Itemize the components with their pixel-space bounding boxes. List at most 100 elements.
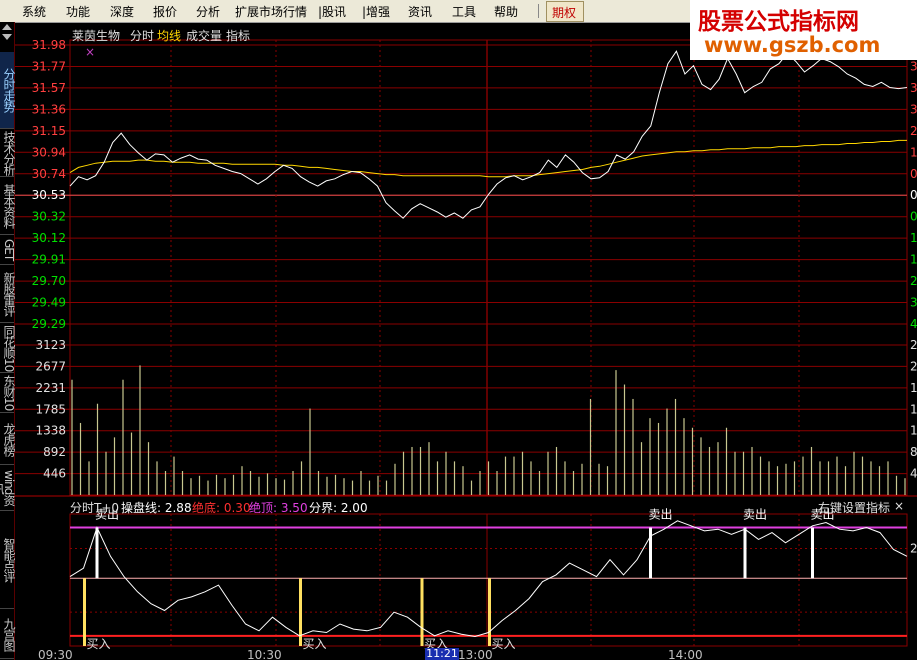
volume-tick-label: 446 bbox=[43, 467, 66, 481]
volume-tick-label: 2677 bbox=[35, 359, 66, 373]
buy-signal-label: 买入 bbox=[87, 637, 111, 651]
menu-item-4[interactable]: 分析 bbox=[196, 3, 220, 20]
volume-right-tick-label: 1 bbox=[910, 424, 917, 438]
price-tick-label: 30.74 bbox=[32, 167, 66, 181]
volume-right-tick-label: 8 bbox=[910, 445, 917, 459]
price-tick-label: 30.53 bbox=[32, 188, 66, 202]
percent-tick-label: 2 bbox=[910, 124, 917, 138]
price-tick-label: 29.29 bbox=[32, 317, 66, 331]
percent-tick-label: 3 bbox=[910, 59, 917, 73]
price-tick-label: 30.32 bbox=[32, 210, 66, 224]
price-tick-label: 31.77 bbox=[32, 59, 66, 73]
percent-tick-label: 1 bbox=[910, 231, 917, 245]
sidebar-tab-2[interactable]: 基本资料 bbox=[0, 178, 16, 235]
price-tick-label: 31.98 bbox=[32, 38, 66, 52]
price-tick-label: 29.91 bbox=[32, 253, 66, 267]
close-indicator-icon[interactable]: × bbox=[894, 499, 904, 513]
menu-item-5[interactable]: 扩展市场行情 bbox=[235, 3, 307, 20]
menu-item-0[interactable]: 系统 bbox=[22, 3, 46, 20]
sidebar-tab-1[interactable]: 技术分析 bbox=[0, 130, 16, 177]
chart-tab-3[interactable]: 指标 bbox=[226, 27, 250, 44]
intraday-chart[interactable]: 31.98 4 31.77 3 31.57 3 31.36 3 31.15 2 30.94 1 30.7… bbox=[0, 0, 917, 660]
watermark-logo: 股票公式指标网 www.gszb.com bbox=[690, 0, 917, 60]
percent-tick-label: 0 bbox=[910, 210, 917, 224]
percent-tick-label: 3 bbox=[910, 81, 917, 95]
indicator-param-2: 绝顶: 3.50 bbox=[249, 501, 308, 515]
volume-right-tick-label: 4 bbox=[910, 467, 917, 481]
volume-right-tick-label: 1 bbox=[910, 402, 917, 416]
volume-right-tick-label: 2 bbox=[910, 359, 917, 373]
price-tick-label: 30.12 bbox=[32, 231, 66, 245]
price-tick-label: 29.49 bbox=[32, 296, 66, 310]
indicator-param-1: 绝底: 0.30 bbox=[192, 501, 251, 515]
percent-tick-label: 3 bbox=[910, 102, 917, 116]
percent-tick-label: 0 bbox=[910, 188, 917, 202]
menu-item-6[interactable]: |股讯 bbox=[318, 3, 346, 20]
scroll-up-icon[interactable] bbox=[2, 24, 12, 30]
sidebar-tab-9[interactable]: 智能点评 bbox=[0, 512, 16, 609]
menu-item-1[interactable]: 功能 bbox=[66, 3, 90, 20]
time-tick-label: 14:00 bbox=[668, 648, 703, 660]
menu-item-3[interactable]: 报价 bbox=[153, 3, 177, 20]
time-tick-label: 10:30 bbox=[247, 648, 282, 660]
average-price-line bbox=[69, 139, 907, 178]
percent-tick-label: 3 bbox=[910, 296, 917, 310]
time-tick-label: 13:00 bbox=[458, 648, 493, 660]
buy-signal-label: 买入 bbox=[303, 637, 327, 651]
sell-signal-label: 卖出 bbox=[743, 508, 767, 522]
price-tick-label: 31.57 bbox=[32, 81, 66, 95]
options-menu-button[interactable]: 期权 bbox=[546, 1, 584, 22]
time-cursor-label: 11:21 bbox=[425, 647, 459, 660]
sidebar-tab-0[interactable]: 分时走势 bbox=[0, 52, 16, 129]
indicator-settings-button[interactable]: 右键设置指标 bbox=[818, 499, 890, 516]
sidebar-tab-3[interactable]: GET bbox=[0, 236, 16, 265]
menu-separator bbox=[538, 4, 539, 18]
price-tick-label: 31.36 bbox=[32, 102, 66, 116]
menu-item-8[interactable]: 资讯 bbox=[408, 3, 432, 20]
indicator-name: 分时T+0 bbox=[70, 501, 120, 515]
menu-item-7[interactable]: |增强 bbox=[362, 3, 390, 20]
menu-item-2[interactable]: 深度 bbox=[110, 3, 134, 20]
price-tick-label: 31.15 bbox=[32, 124, 66, 138]
percent-tick-label: 1 bbox=[910, 253, 917, 267]
sidebar-tab-6[interactable]: 东财10 bbox=[0, 374, 16, 413]
sidebar-tab-5[interactable]: 同花顺10 bbox=[0, 324, 16, 373]
sidebar-tab-8[interactable]: wind资讯 bbox=[0, 466, 16, 511]
latest-marker: × bbox=[85, 45, 95, 59]
volume-tick-label: 1785 bbox=[35, 402, 66, 416]
volume-right-tick-label: 2 bbox=[910, 338, 917, 352]
logo-url: www.gszb.com bbox=[704, 33, 881, 57]
logo-title: 股票公式指标网 bbox=[698, 9, 859, 35]
indicator-param-3: 分界: 2.00 bbox=[309, 501, 368, 515]
volume-tick-label: 892 bbox=[43, 445, 66, 459]
chart-tab-1[interactable]: 均线 bbox=[157, 27, 181, 44]
sidebar: 分时走势技术分析基本资料GET新股雷评同花顺10东财10龙虎榜wind资讯智能点… bbox=[0, 22, 16, 660]
sidebar-tab-7[interactable]: 龙虎榜 bbox=[0, 414, 16, 465]
indicator-param-0: 操盘线: 2.88 bbox=[121, 501, 192, 515]
volume-right-tick-label: 1 bbox=[910, 381, 917, 395]
chart-tab-2[interactable]: 成交量 bbox=[186, 27, 222, 44]
scroll-down-icon[interactable] bbox=[2, 34, 12, 40]
volume-tick-label: 2231 bbox=[35, 381, 66, 395]
sidebar-tab-10[interactable]: 九宫图 bbox=[0, 610, 16, 659]
menu-item-10[interactable]: 帮助 bbox=[494, 3, 518, 20]
volume-tick-label: 1338 bbox=[35, 424, 66, 438]
price-tick-label: 29.70 bbox=[32, 274, 66, 288]
indicator-tick-label: 2 bbox=[910, 542, 917, 556]
stock-name: 莱茵生物 bbox=[72, 29, 121, 43]
menu-item-9[interactable]: 工具 bbox=[452, 3, 476, 20]
options-menu-label: 期权 bbox=[552, 6, 577, 20]
price-tick-label: 30.94 bbox=[32, 145, 66, 159]
time-tick-label: 09:30 bbox=[38, 648, 73, 660]
percent-tick-label: 1 bbox=[910, 145, 917, 159]
buy-signal-label: 买入 bbox=[492, 637, 516, 651]
percent-tick-label: 2 bbox=[910, 274, 917, 288]
percent-tick-label: 0 bbox=[910, 167, 917, 181]
sidebar-tab-4[interactable]: 新股雷评 bbox=[0, 266, 16, 323]
percent-tick-label: 4 bbox=[910, 317, 917, 331]
main-pane-frame bbox=[69, 39, 908, 496]
price-line bbox=[69, 50, 908, 219]
sell-signal-label: 卖出 bbox=[649, 508, 673, 522]
chart-tab-0[interactable]: 分时 bbox=[130, 27, 154, 44]
volume-tick-label: 3123 bbox=[35, 338, 66, 352]
